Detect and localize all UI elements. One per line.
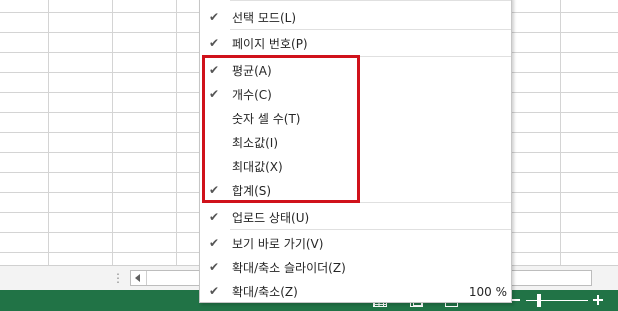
menu-item-maximum[interactable]: 최대값(X) (200, 155, 511, 179)
menu-item-label: 업로드 상태(U) (232, 211, 310, 225)
menu-item-minimum[interactable]: 최소값(I) (200, 131, 511, 155)
menu-item-label: 확대/축소(Z) (232, 285, 298, 299)
menu-item-label: 보기 바로 가기(V) (232, 237, 324, 251)
sheet-tab-splitter[interactable]: ⋮ (112, 270, 124, 286)
checkmark-icon: ✔ (208, 87, 220, 101)
menu-item-upload-status[interactable]: ✔ 업로드 상태(U) (200, 206, 511, 230)
scroll-left-arrow-icon[interactable] (131, 271, 147, 285)
checkmark-icon: ✔ (208, 183, 220, 197)
customize-status-bar-menu: ✔ 선택 모드(L) ✔ 페이지 번호(P) ✔ 평균(A) ✔ 개수(C) 숫… (199, 0, 512, 303)
zoom-value: 100 % (468, 285, 507, 299)
menu-item-page-number[interactable]: ✔ 페이지 번호(P) (200, 32, 511, 56)
checkmark-icon: ✔ (208, 210, 220, 224)
menu-divider (230, 29, 511, 30)
menu-item-selection-mode[interactable]: ✔ 선택 모드(L) (200, 6, 511, 30)
menu-item-average[interactable]: ✔ 평균(A) (200, 59, 511, 83)
zoom-out-icon[interactable] (512, 299, 520, 301)
menu-divider (230, 202, 511, 203)
menu-item-label: 숫자 셀 수(T) (232, 112, 301, 126)
menu-divider (230, 0, 511, 1)
menu-item-numerical-count[interactable]: 숫자 셀 수(T) (200, 107, 511, 131)
menu-item-count[interactable]: ✔ 개수(C) (200, 83, 511, 107)
checkmark-icon: ✔ (208, 284, 220, 298)
zoom-slider-thumb[interactable] (537, 294, 541, 307)
menu-item-label: 선택 모드(L) (232, 11, 297, 25)
menu-item-label: 확대/축소 슬라이더(Z) (232, 261, 346, 275)
menu-item-label: 최소값(I) (232, 136, 279, 150)
menu-divider (230, 229, 511, 230)
menu-item-zoom[interactable]: ✔ 확대/축소(Z) 100 % (200, 280, 511, 304)
menu-divider (230, 56, 511, 57)
menu-item-label: 페이지 번호(P) (232, 37, 308, 51)
menu-item-view-shortcuts[interactable]: ✔ 보기 바로 가기(V) (200, 232, 511, 256)
menu-item-label: 합계(S) (232, 184, 272, 198)
checkmark-icon: ✔ (208, 63, 220, 77)
menu-item-sum[interactable]: ✔ 합계(S) (200, 179, 511, 203)
checkmark-icon: ✔ (208, 36, 220, 50)
zoom-in-icon[interactable] (592, 294, 604, 306)
checkmark-icon: ✔ (208, 260, 220, 274)
menu-item-label: 개수(C) (232, 88, 272, 102)
checkmark-icon: ✔ (208, 10, 220, 24)
checkmark-icon: ✔ (208, 236, 220, 250)
menu-item-label: 최대값(X) (232, 160, 283, 174)
menu-item-zoom-slider[interactable]: ✔ 확대/축소 슬라이더(Z) (200, 256, 511, 280)
menu-item-label: 평균(A) (232, 64, 272, 78)
zoom-slider-track[interactable] (526, 300, 588, 301)
